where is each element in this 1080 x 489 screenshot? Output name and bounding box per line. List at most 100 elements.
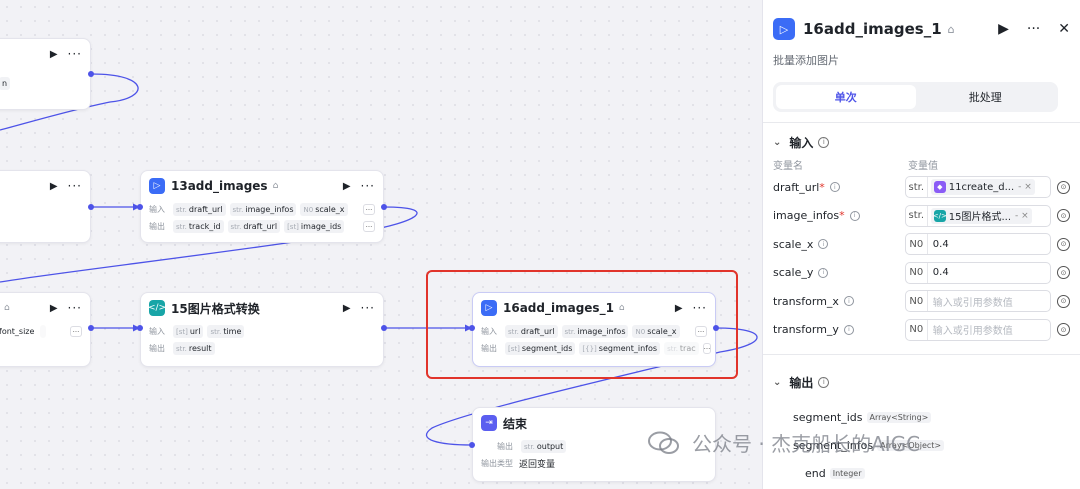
node-ref-icon: ◆ [933, 181, 946, 194]
type-selector[interactable]: N0 [906, 262, 928, 283]
reference-icon[interactable]: ⊙ [1057, 323, 1070, 337]
mode-tabs: 单次 批处理 [773, 82, 1058, 112]
divider [763, 354, 1080, 355]
type-selector[interactable]: str. [906, 177, 928, 198]
node-15-image-convert[interactable]: </> 15图片格式转换 ▶ ··· 输入 [st] url str. time 输… [140, 292, 384, 367]
param-row-draft-url: draft_url * i str. ◆ 11create_d... - × ⊙ [763, 173, 1080, 202]
output-section-header[interactable]: ⌄ 输出 i [763, 369, 1080, 395]
info-icon[interactable]: i [829, 182, 840, 193]
param-name: scale_y i [773, 266, 905, 279]
more-icon[interactable]: ··· [68, 301, 82, 315]
outputs-label: 输出 [149, 222, 165, 231]
output-port[interactable] [381, 204, 387, 210]
reference-chip[interactable]: </> 15图片格式... - × [930, 207, 1032, 224]
output-port[interactable] [88, 71, 94, 77]
param-value[interactable]: 0.4 [928, 267, 1050, 278]
outputs-label: 输出 [497, 442, 513, 451]
output-port[interactable] [88, 204, 94, 210]
end-type-row: 输出类型 返回变量 [473, 455, 715, 472]
node-title: 结束 [503, 416, 528, 431]
more-icon[interactable]: ··· [68, 47, 82, 61]
node-partial-mid[interactable]: ▶ ··· [0, 170, 91, 243]
param-value-field[interactable]: N0 输入或引用参数值 [904, 290, 1052, 313]
node-partial-top[interactable]: ▶ ··· n [0, 38, 91, 110]
outputs-label: 输出 [149, 344, 165, 353]
output-item: segment_ids Array<String> [763, 403, 1080, 431]
param-value-field[interactable]: N0 0.4 [904, 261, 1052, 284]
more-icon[interactable]: ··· [361, 179, 375, 193]
more-params-button[interactable]: ··· [70, 326, 82, 337]
reference-icon[interactable]: ⊙ [1057, 294, 1070, 308]
end-icon: ⇥ [481, 415, 497, 431]
output-tag: [st] image_ids [284, 220, 345, 233]
output-port[interactable] [88, 325, 94, 331]
info-icon[interactable]: i [849, 210, 860, 221]
remove-icon[interactable]: - × [1015, 211, 1029, 221]
input-port[interactable] [469, 442, 475, 448]
param-value-field[interactable]: N0 0.4 [904, 233, 1052, 256]
workflow-canvas[interactable]: ▶ ··· n ▶ ··· ⌂ ▶ ··· font_size ··· ▷ 13add_i… [0, 0, 762, 489]
info-icon[interactable]: i [818, 267, 829, 278]
chevron-down-icon[interactable]: ⌄ [773, 137, 781, 148]
reference-chip[interactable]: ◆ 11create_d... - × [930, 179, 1035, 196]
run-icon[interactable]: ▶ [998, 21, 1009, 37]
info-icon[interactable]: i [818, 239, 829, 250]
tab-batch[interactable]: 批处理 [916, 85, 1056, 109]
param-tail: font_size [0, 327, 35, 336]
close-icon[interactable]: ✕ [1058, 21, 1070, 37]
param-name: transform_x i [773, 295, 905, 308]
param-name: draft_url * i [773, 181, 905, 194]
param-name: scale_x i [773, 238, 905, 251]
tab-single[interactable]: 单次 [776, 85, 916, 109]
param-row-transform-x: transform_x i N0 输入或引用参数值 ⊙ [763, 287, 1080, 316]
reference-icon[interactable]: ⊙ [1057, 209, 1070, 223]
panel-title[interactable]: 16add_images_1 [803, 20, 942, 38]
more-icon[interactable]: ··· [1027, 21, 1040, 37]
param-name: image_infos * i [773, 209, 905, 222]
input-tag: [st] url [173, 325, 204, 338]
info-icon[interactable]: i [818, 136, 830, 148]
param-placeholder[interactable]: 输入或引用参数值 [928, 294, 1050, 309]
param-value-field[interactable]: str. </> 15图片格式... - × [904, 204, 1052, 227]
param-placeholder[interactable]: 输入或引用参数值 [928, 322, 1050, 337]
node-inputs-row: 输入 [st] url str. time [141, 323, 383, 340]
info-icon[interactable]: i [818, 376, 830, 388]
run-icon[interactable]: ▶ [50, 49, 58, 60]
type-selector[interactable]: N0 [906, 291, 928, 312]
node-inputs-row: 输入 str. draft_url str. image_infos N0 scale… [141, 201, 383, 218]
more-icon[interactable]: ··· [68, 179, 82, 193]
divider [763, 122, 1080, 123]
input-port[interactable] [137, 204, 143, 210]
run-icon[interactable]: ▶ [343, 303, 351, 314]
param-value-field[interactable]: N0 输入或引用参数值 [904, 318, 1052, 341]
info-icon[interactable]: i [843, 296, 854, 307]
param-value[interactable]: 0.4 [928, 239, 1050, 250]
output-tag: str. result [173, 342, 215, 355]
node-partial-bottom[interactable]: ⌂ ▶ ··· font_size ··· [0, 292, 91, 367]
type-selector[interactable]: str. [906, 205, 928, 226]
more-params-button[interactable]: ··· [363, 221, 375, 232]
col-name-header: 变量名 [773, 160, 803, 172]
info-icon[interactable]: i [843, 324, 854, 335]
column-header: 变量名 变量值 [763, 155, 1080, 173]
remove-icon[interactable]: - × [1018, 182, 1032, 192]
node-13add-images[interactable]: ▷ 13add_images ⌂ ▶ ··· 输入 str. draft_url … [140, 170, 384, 243]
input-port[interactable] [137, 325, 143, 331]
type-selector[interactable]: N0 [906, 319, 928, 340]
more-icon[interactable]: ··· [361, 301, 375, 315]
run-icon[interactable]: ▶ [50, 181, 58, 192]
reference-icon[interactable]: ⊙ [1057, 180, 1070, 194]
node-config-panel: ▷ 16add_images_1 ⌂ ▶ ··· ✕ 批量添加图片 单次 批处理… [762, 0, 1080, 489]
reference-icon[interactable]: ⊙ [1057, 237, 1070, 251]
reference-icon[interactable]: ⊙ [1057, 266, 1070, 280]
output-port[interactable] [381, 325, 387, 331]
more-params-button[interactable]: ··· [363, 204, 375, 215]
input-section-header[interactable]: ⌄ 输入 i [763, 129, 1080, 155]
param-row-scale-x: scale_x i N0 0.4 ⊙ [763, 230, 1080, 259]
run-icon[interactable]: ▶ [343, 181, 351, 192]
chevron-down-icon[interactable]: ⌄ [773, 377, 781, 388]
run-icon[interactable]: ▶ [50, 303, 58, 314]
type-selector[interactable]: N0 [906, 234, 928, 255]
param-value-field[interactable]: str. ◆ 11create_d... - × [904, 176, 1052, 199]
output-tag: str. track_id [173, 220, 224, 233]
